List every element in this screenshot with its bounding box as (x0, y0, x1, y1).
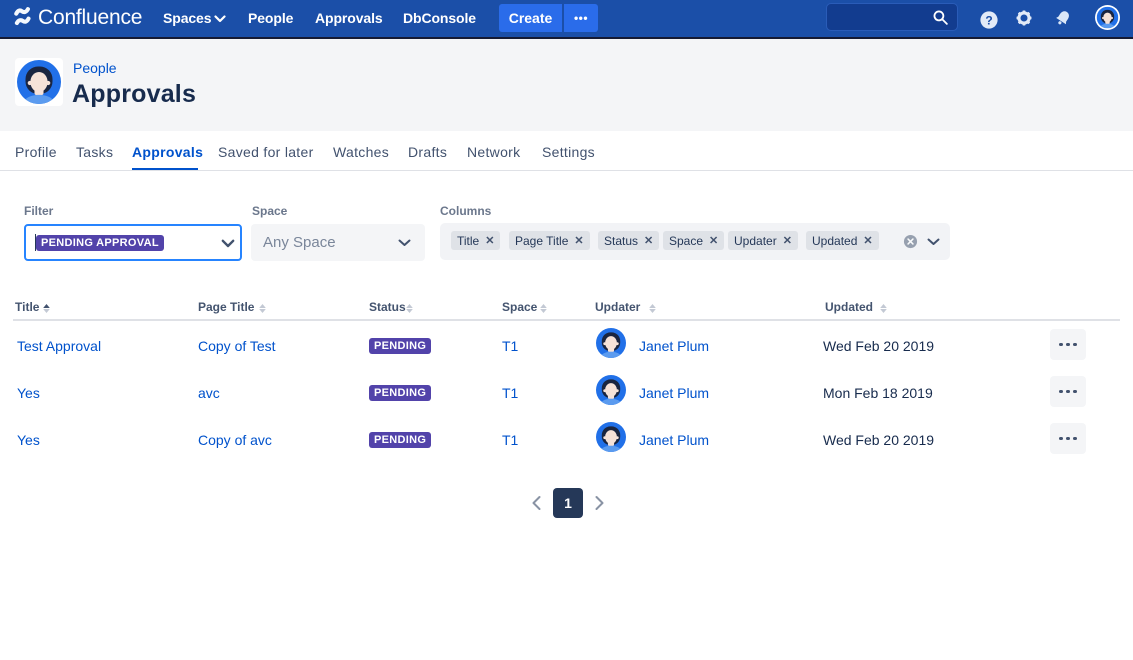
svg-text:?: ? (985, 13, 992, 27)
